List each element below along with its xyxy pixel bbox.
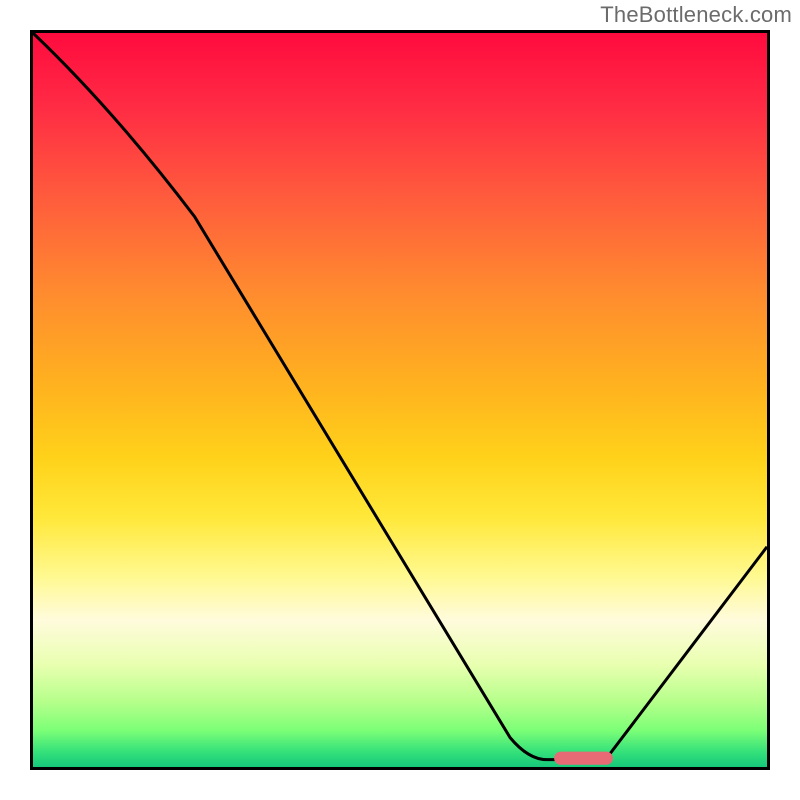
marker-layer (33, 33, 767, 767)
watermark-text: TheBottleneck.com (600, 2, 792, 28)
chart-frame: TheBottleneck.com (0, 0, 800, 800)
plot-area (30, 30, 770, 770)
optimal-marker (554, 752, 613, 765)
